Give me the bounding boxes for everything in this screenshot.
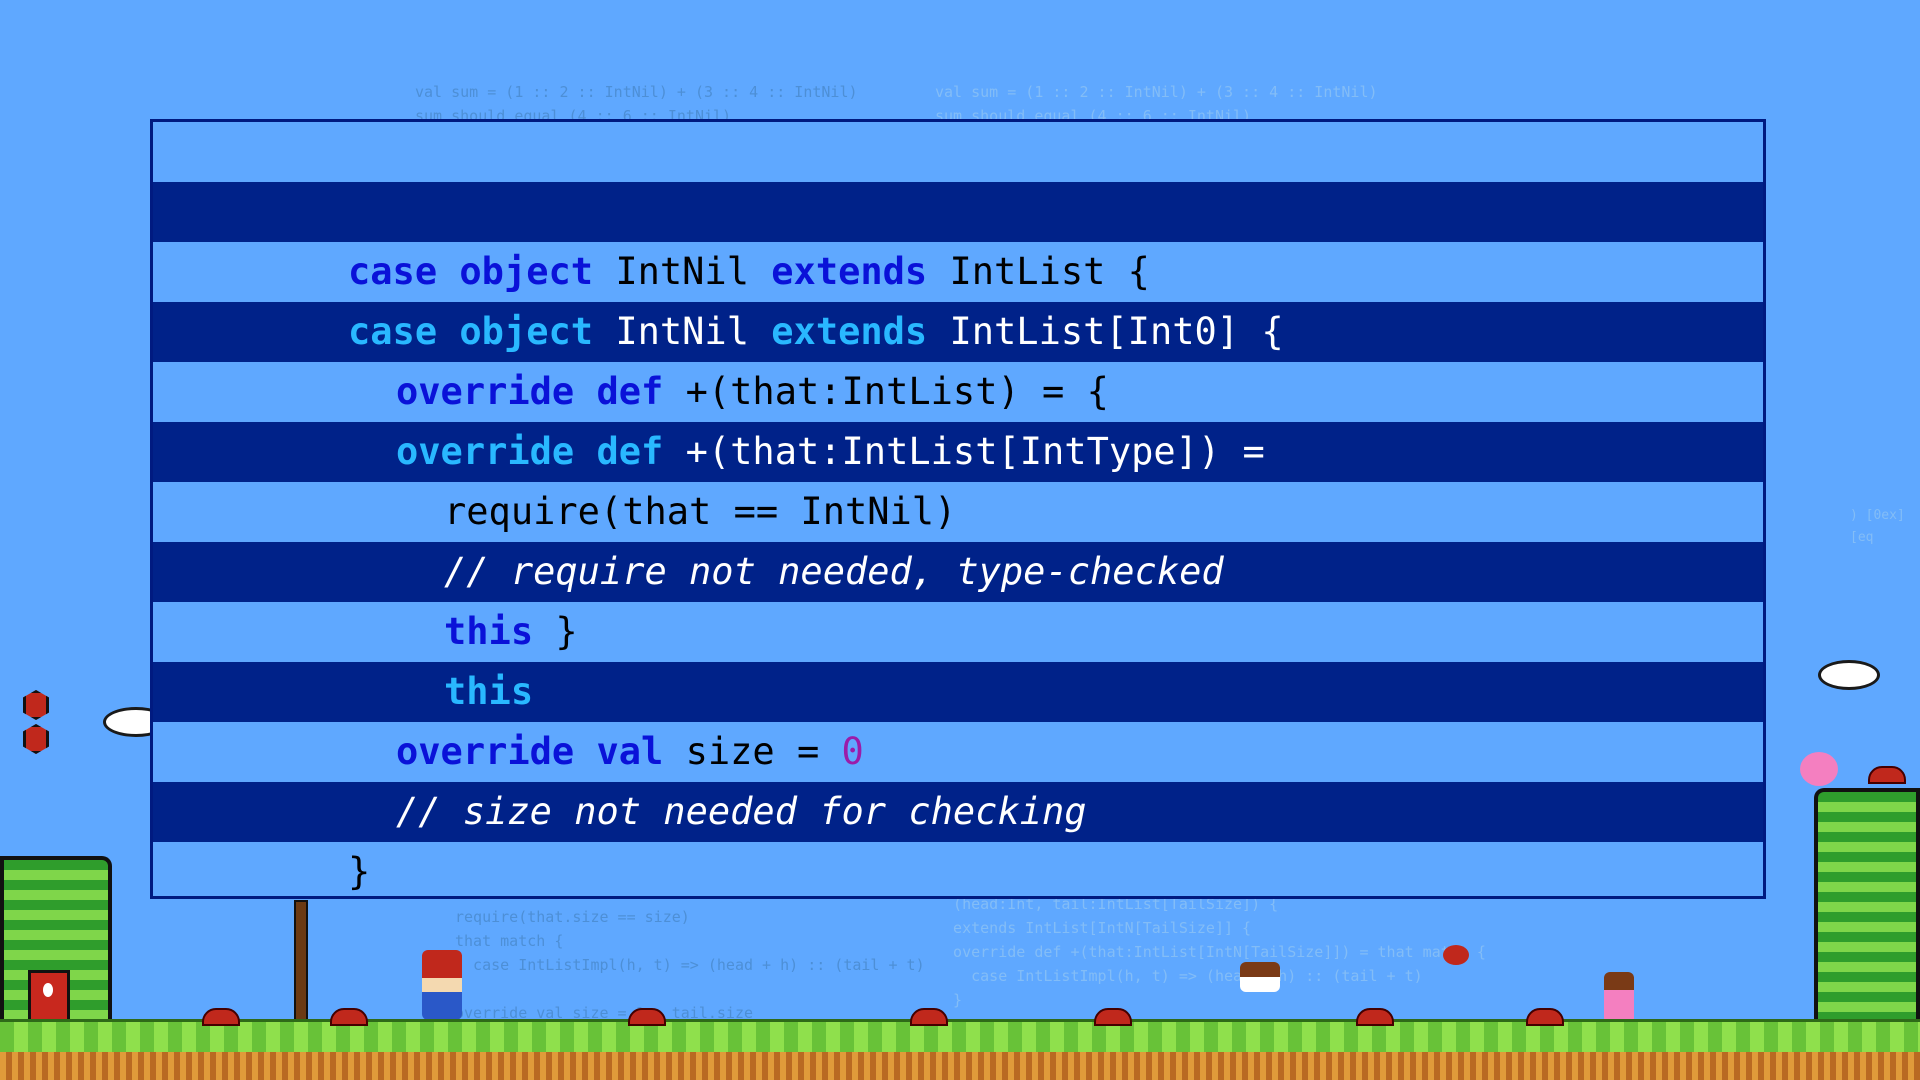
- bg-code-line: }: [935, 991, 963, 1009]
- bg-code-line: that match {: [455, 932, 564, 950]
- bg-code-line: case IntListImpl(h, t) => (head + h) :: …: [455, 956, 925, 974]
- code-keyword: case: [348, 310, 438, 353]
- code-line: override val size = 0: [153, 722, 1763, 782]
- grass-tuft-icon: [910, 1008, 948, 1026]
- code-keyword: override: [396, 370, 575, 413]
- code-keyword: val: [596, 730, 664, 773]
- bg-code-line: ) [0ex]: [1850, 508, 1905, 523]
- code-keyword: object: [459, 310, 594, 353]
- code-text: }: [348, 850, 371, 893]
- bg-code-line: [eq: [1850, 530, 1874, 545]
- code-keyword: this: [444, 610, 534, 653]
- code-line: case object IntNil extends IntList {: [153, 242, 1763, 302]
- grass-tuft-icon: [330, 1008, 368, 1026]
- code-keyword: this: [444, 670, 534, 713]
- red-hexagon-gem-icon: [23, 690, 49, 720]
- code-number: 0: [841, 730, 864, 773]
- ground-dirt: [0, 1052, 1920, 1080]
- code-keyword: override: [396, 430, 575, 473]
- bg-code-line: extends IntList[IntN[TailSize]] {: [935, 919, 1252, 937]
- code-line: override def +(that:IntList) = {: [153, 362, 1763, 422]
- grass-tuft-icon: [1868, 766, 1906, 784]
- code-line: this }: [153, 602, 1763, 662]
- cloud-right: [1818, 660, 1880, 690]
- code-line: [153, 182, 1763, 242]
- grass-tuft-icon: [1526, 1008, 1564, 1026]
- code-text: +(that:IntList[IntType]) =: [663, 430, 1265, 473]
- code-line: this: [153, 662, 1763, 722]
- code-keyword: case: [348, 250, 438, 293]
- grass-tuft-icon: [628, 1008, 666, 1026]
- ground-grass: [0, 1019, 1920, 1052]
- code-comment: // size not needed for checking: [396, 790, 1087, 833]
- code-keyword: override: [396, 730, 575, 773]
- right-hill-icon: [1814, 788, 1920, 1030]
- grass-tuft-icon: [1356, 1008, 1394, 1026]
- code-line: [153, 122, 1763, 182]
- shyguy-icon: [422, 950, 462, 1020]
- grass-tuft-icon: [1094, 1008, 1132, 1026]
- code-text: size =: [663, 730, 842, 773]
- code-text: IntList[Int0] {: [927, 310, 1284, 353]
- bg-code-line: override def +(that:IntList[IntN[TailSiz…: [935, 943, 1486, 961]
- code-text: +(that:IntList) = {: [663, 370, 1109, 413]
- bg-code-line: [455, 977, 925, 1001]
- albatoss-icon: [1240, 962, 1280, 992]
- code-text: IntNil: [593, 250, 772, 293]
- code-keyword: extends: [771, 250, 928, 293]
- code-line: override def +(that:IntList[IntType]) =: [153, 422, 1763, 482]
- code-keyword: def: [596, 370, 664, 413]
- code-line: }: [153, 842, 1763, 896]
- bg-code-line: require(that.size == size): [455, 908, 690, 926]
- red-hexagon-gem-icon: [23, 724, 49, 754]
- code-panel: case object IntNil extends IntList {case…: [150, 119, 1766, 899]
- code-text: }: [533, 610, 578, 653]
- cherry-icon: [1443, 945, 1469, 965]
- code-keyword: object: [459, 250, 594, 293]
- code-keyword: extends: [771, 310, 928, 353]
- code-keyword: def: [596, 430, 664, 473]
- pole: [294, 900, 308, 1034]
- bg-code-line: val sum = (1 :: 2 :: IntNil) + (3 :: 4 :…: [935, 83, 1378, 101]
- code-line: require(that == IntNil): [153, 482, 1763, 542]
- bg-code-far-right: ) [0ex] [eq: [1850, 505, 1905, 549]
- code-line: // require not needed, type-checked: [153, 542, 1763, 602]
- bg-code-bottom-left: require(that.size == size) that match { c…: [455, 905, 925, 1025]
- code-line: // size not needed for checking: [153, 782, 1763, 842]
- left-hill-icon: [0, 856, 112, 1030]
- code-line: case object IntNil extends IntList[Int0]…: [153, 302, 1763, 362]
- code-comment: // require not needed, type-checked: [444, 550, 1224, 593]
- bg-code-line: val sum = (1 :: 2 :: IntNil) + (3 :: 4 :…: [415, 83, 858, 101]
- bg-code-line: case IntListImpl(h, t) => (head + h) :: …: [935, 967, 1423, 985]
- code-text: IntNil: [593, 310, 772, 353]
- code-text: IntList {: [927, 250, 1150, 293]
- princess-icon: [1604, 972, 1634, 1024]
- grass-tuft-icon: [202, 1008, 240, 1026]
- pink-shyguy-icon: [1800, 752, 1838, 786]
- code-text: require(that == IntNil): [444, 490, 957, 533]
